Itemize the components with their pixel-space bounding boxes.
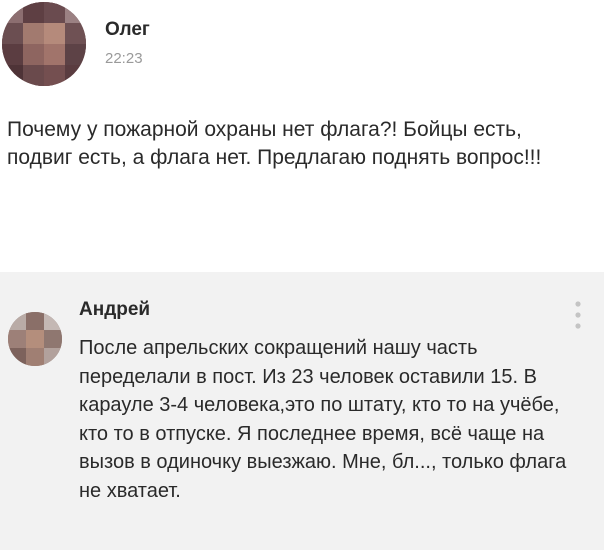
pixelated-avatar-image [2, 2, 86, 86]
post: Олег 22:23 Почему у пожарной охраны нет … [0, 0, 604, 272]
comment-text: После апрельских сокращений нашу часть п… [79, 337, 567, 502]
avatar[interactable] [2, 2, 86, 86]
more-options-button[interactable] [570, 296, 586, 336]
pixelated-avatar-image [8, 312, 62, 366]
avatar[interactable] [8, 312, 62, 366]
comment: Андрей После апрельских сокращений нашу … [0, 272, 604, 550]
post-timestamp: 22:23 [105, 50, 143, 67]
comment-author-name[interactable]: Андрей [79, 299, 150, 321]
post-text: Почему у пожарной охраны нет флага?! Бой… [7, 118, 542, 169]
post-author-name[interactable]: Олег [105, 19, 150, 41]
vertical-dots-icon [575, 301, 581, 329]
